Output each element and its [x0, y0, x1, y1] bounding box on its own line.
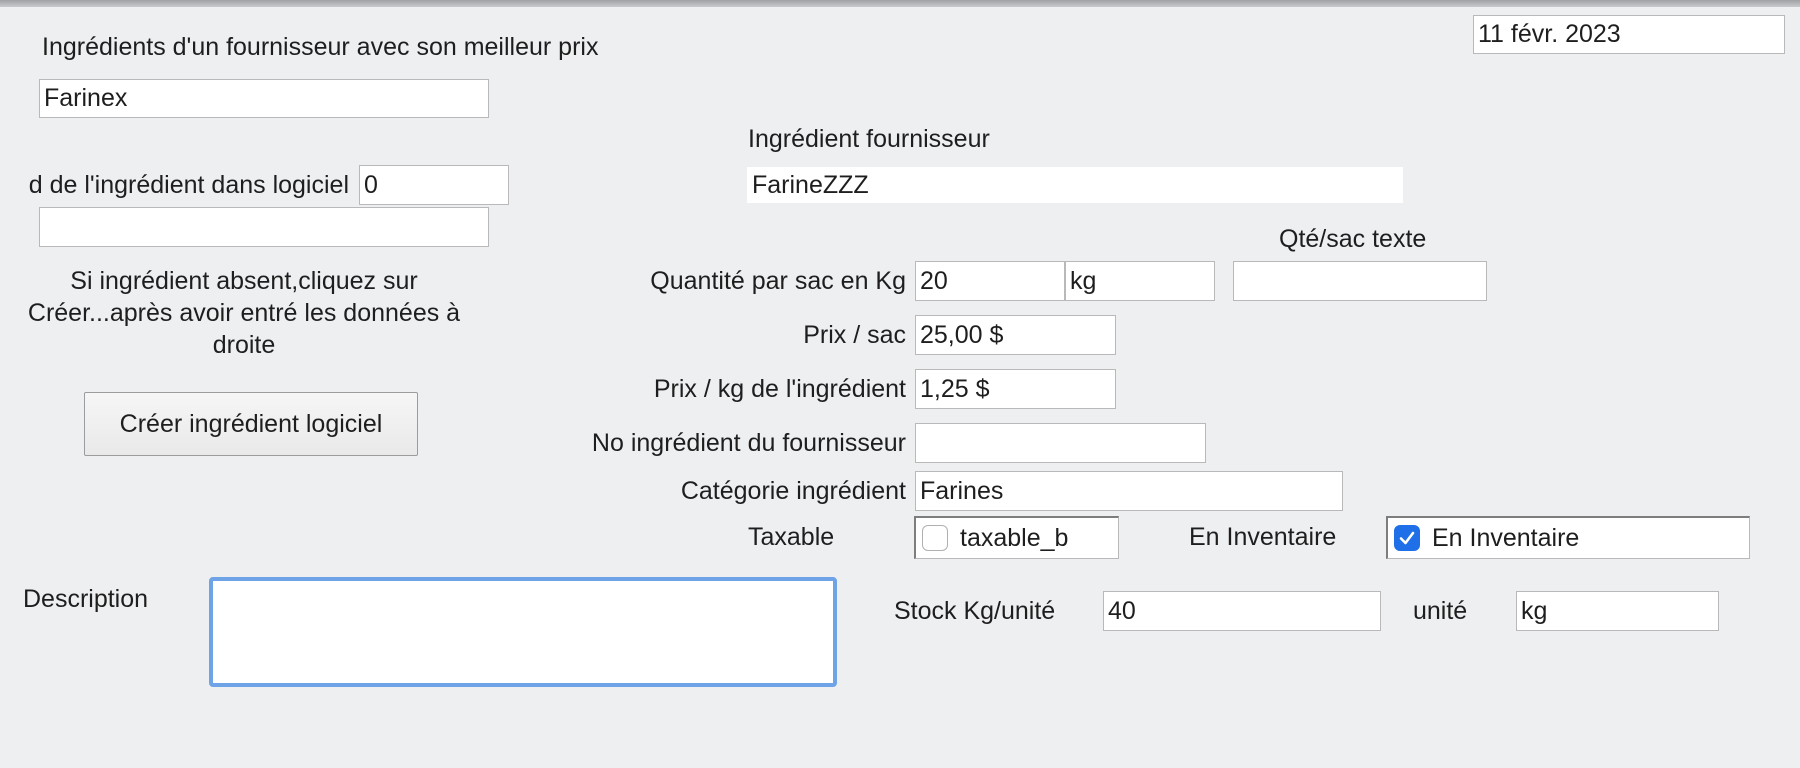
- inventory-checkbox-field[interactable]: En Inventaire: [1386, 516, 1750, 559]
- qty-text-label: Qté/sac texte: [1279, 225, 1427, 253]
- category-field[interactable]: [915, 471, 1343, 511]
- taxable-checkbox-label: taxable_b: [960, 523, 1069, 552]
- qty-unit-field[interactable]: [1065, 261, 1215, 301]
- price-per-kg-label: Prix / kg de l'ingrédient: [653, 375, 906, 403]
- inventory-checkbox[interactable]: [1394, 525, 1420, 551]
- supplier-field[interactable]: [39, 79, 489, 118]
- create-hint-text: Si ingrédient absent,cliquez sur Créer..…: [27, 267, 461, 359]
- create-ingredient-button[interactable]: Créer ingrédient logiciel: [84, 392, 418, 456]
- price-per-bag-field[interactable]: [915, 315, 1116, 355]
- price-per-kg-field[interactable]: [915, 369, 1116, 409]
- ingredient-id-label: d de l'ingrédient dans logiciel: [28, 171, 349, 199]
- window-top-border: [0, 0, 1800, 7]
- price-per-bag-label: Prix / sac: [803, 321, 906, 349]
- ingredient-form-window: Ingrédients d'un fournisseur avec son me…: [0, 0, 1800, 768]
- stock-unit-field[interactable]: [1516, 591, 1719, 631]
- category-label: Catégorie ingrédient: [680, 477, 906, 505]
- taxable-label: Taxable: [748, 523, 835, 551]
- stock-field[interactable]: [1103, 591, 1381, 631]
- date-field[interactable]: [1473, 15, 1785, 54]
- qty-per-bag-field[interactable]: [915, 261, 1065, 301]
- inventory-checkbox-label: En Inventaire: [1432, 523, 1580, 552]
- qty-text-field[interactable]: [1233, 261, 1487, 301]
- inventory-label: En Inventaire: [1189, 523, 1337, 551]
- ingredient-name-field[interactable]: [39, 207, 489, 247]
- supplier-number-field[interactable]: [915, 423, 1206, 463]
- supplier-ingredient-label: Ingrédient fournisseur: [748, 125, 990, 153]
- qty-per-bag-label: Quantité par sac en Kg: [650, 267, 906, 295]
- taxable-checkbox[interactable]: [922, 525, 948, 551]
- stock-unit-label: unité: [1413, 597, 1468, 625]
- taxable-checkbox-field[interactable]: taxable_b: [914, 516, 1119, 559]
- description-label: Description: [23, 585, 149, 613]
- supplier-ingredient-field[interactable]: [747, 167, 1403, 203]
- ingredient-id-field[interactable]: [359, 165, 509, 205]
- description-textarea[interactable]: [209, 577, 837, 687]
- page-title: Ingrédients d'un fournisseur avec son me…: [42, 33, 599, 61]
- supplier-number-label: No ingrédient du fournisseur: [591, 429, 906, 457]
- stock-label: Stock Kg/unité: [894, 597, 1056, 625]
